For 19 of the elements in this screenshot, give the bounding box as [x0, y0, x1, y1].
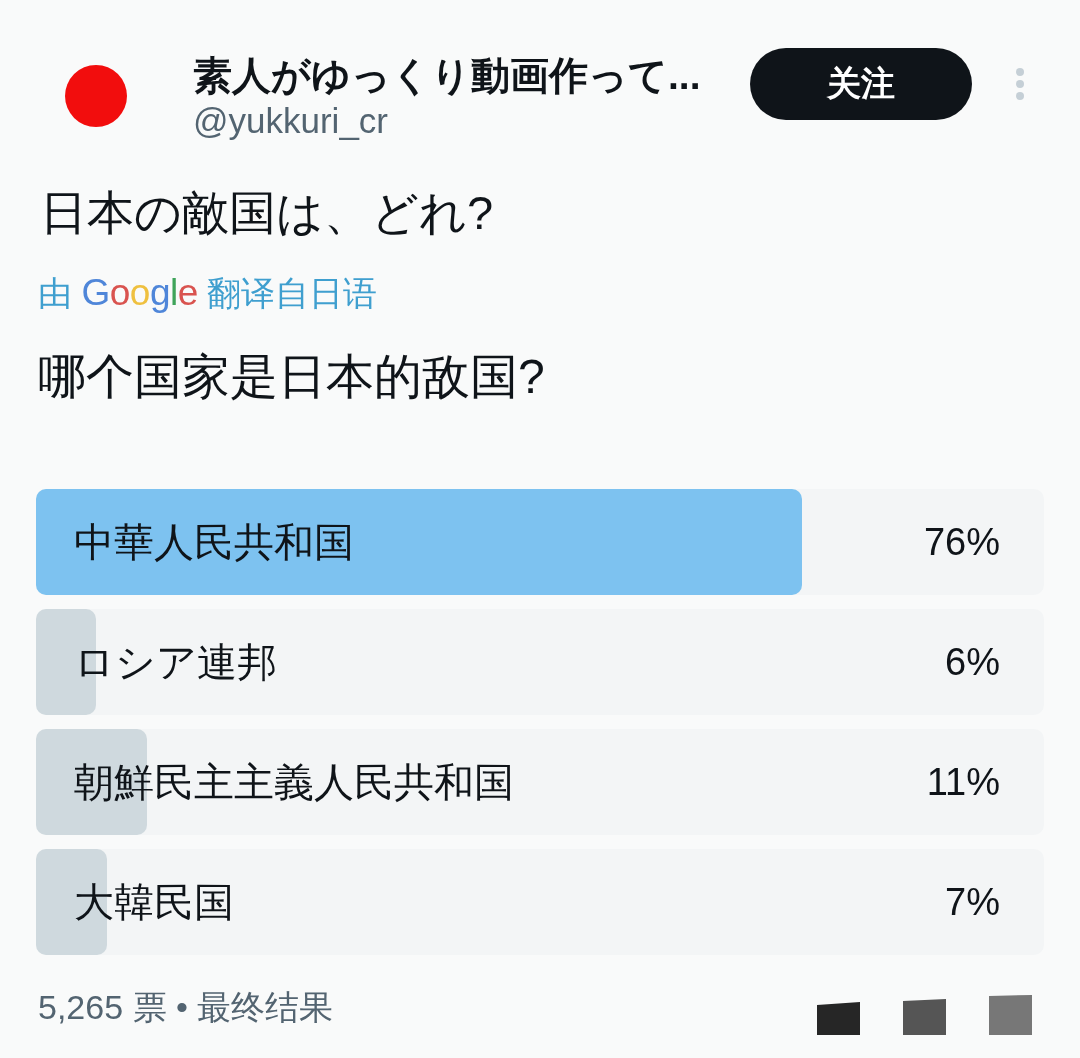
translation-note: 由 Google 翻译自日语 [38, 274, 378, 312]
option-label: 中華人民共和国 [74, 518, 354, 566]
option-percent: 11% [926, 760, 1000, 804]
post-text: 日本の敵国は、どれ? [39, 185, 495, 241]
option-label: 朝鮮民主主義人民共和国 [74, 758, 514, 806]
option-label: ロシア連邦 [74, 638, 277, 686]
follow-button[interactable]: 关注 [750, 48, 972, 120]
option-percent: 76% [923, 520, 1000, 564]
option-percent: 7% [945, 880, 1000, 924]
square-icon [989, 995, 1032, 1035]
option-label: 大韓民国 [74, 878, 234, 926]
square-icon [817, 1002, 860, 1035]
square-icon [903, 999, 946, 1035]
author-handle: @yukkuri_cr [193, 100, 389, 142]
avatar-icon[interactable] [65, 65, 127, 127]
option-percent: 6% [945, 640, 1000, 684]
poll-summary: 5,265 票 • 最终结果 [37, 987, 334, 1028]
translated-text: 哪个国家是日本的敌国? [37, 349, 546, 405]
author-name: 素人がゆっくり動画作って... [193, 53, 702, 99]
